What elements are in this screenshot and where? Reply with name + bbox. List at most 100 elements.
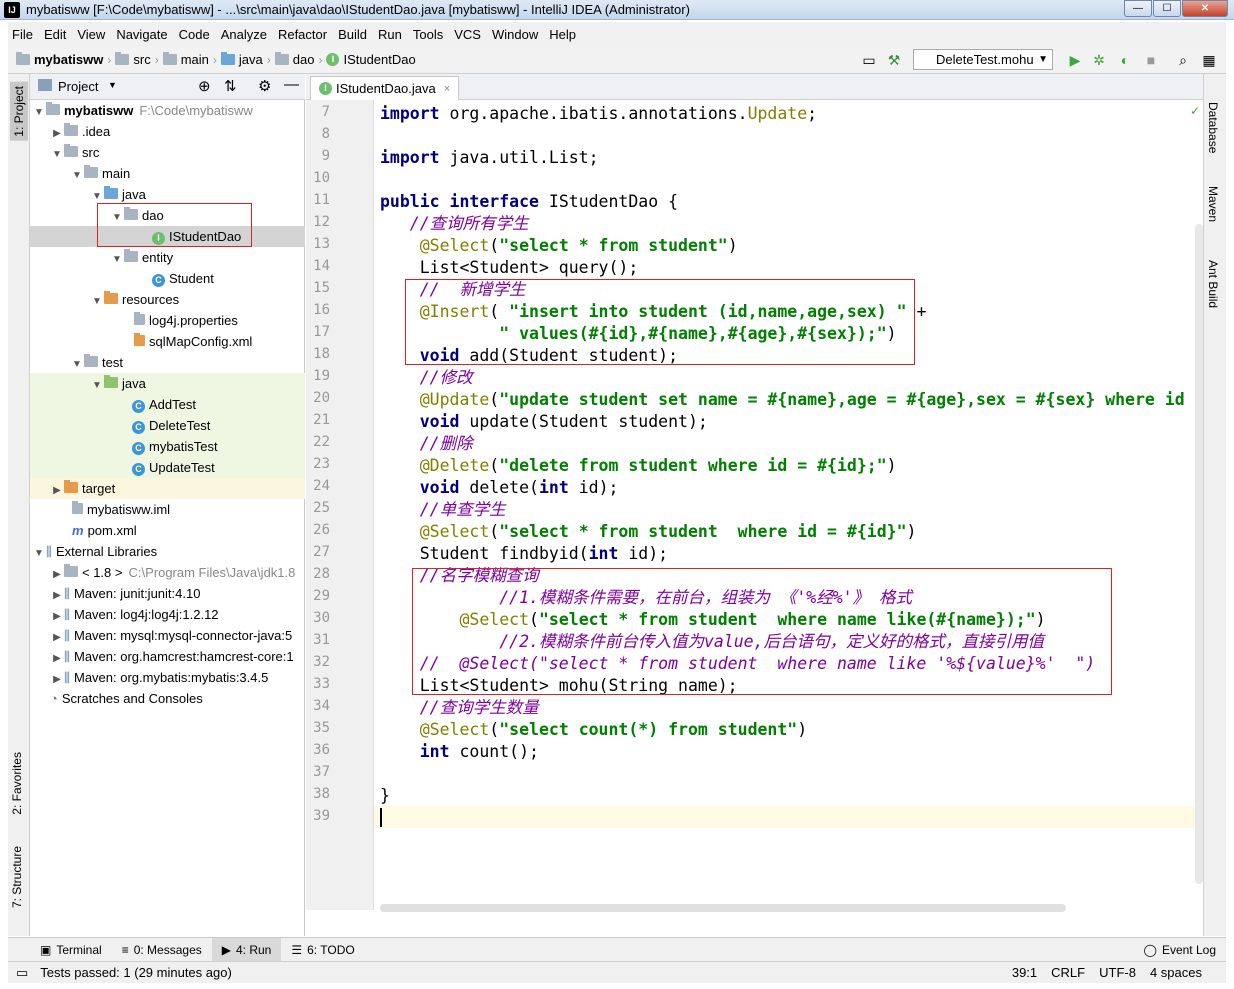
coverage-icon[interactable]: ◐ [1116,51,1134,69]
code-line[interactable]: @Select("select count(*) from student") [380,719,807,741]
menu-refactor[interactable]: Refactor [278,27,327,42]
code-line[interactable]: //单查学生 [380,499,506,521]
code-line[interactable]: @Delete("delete from student where id = … [380,455,897,477]
hide-panel-icon[interactable]: — [284,76,299,93]
tree-row[interactable]: ◔ Scratches and Consoles [30,688,305,709]
tree-row[interactable]: ▶ ⫼ Maven: junit:junit:4.10 [30,583,305,604]
close-tab-icon[interactable]: × [444,78,450,100]
code-line[interactable]: @Select("select * from student") [380,235,738,257]
tree-row[interactable]: C UpdateTest [30,457,305,478]
menu-tools[interactable]: Tools [413,27,443,42]
code-line[interactable]: @Select("select * from student where id … [380,521,917,543]
menu-code[interactable]: Code [179,27,210,42]
breadcrumb-project[interactable]: mybatisww [16,52,103,67]
event-log-tab[interactable]: ◯ Event Log [1134,938,1226,962]
tree-row[interactable]: sqlMapConfig.xml [30,331,305,352]
tree-row[interactable]: CmybatisTest [30,436,305,457]
menu-run[interactable]: Run [378,27,402,42]
gear-icon[interactable]: ⚙ [258,77,271,95]
layout-icon[interactable]: ▭ [860,51,878,69]
status-panel-icon[interactable]: ▭ [16,965,28,981]
build-hammer-icon[interactable]: ⚒ [885,51,903,69]
line-separator[interactable]: CRLF [1051,965,1085,980]
tree-row[interactable]: ▼ mybatisww F:\Code\mybatisww [30,100,305,121]
file-encoding[interactable]: UTF-8 [1099,965,1136,980]
breadcrumb-main[interactable]: main [162,52,209,67]
run-tab[interactable]: ▶ 4: Run [211,937,282,962]
breadcrumb-istudentdao[interactable]: I IStudentDao [326,52,416,67]
debug-icon[interactable]: ✲ [1090,51,1108,69]
locate-icon[interactable]: ⊕ [198,77,211,95]
project-tool-tab[interactable]: 1: Project [10,82,28,141]
run-icon[interactable]: ▶ [1066,51,1084,69]
menu-build[interactable]: Build [338,27,367,42]
code-line[interactable]: //查询所有学生 [380,213,529,235]
maven-tool-tab[interactable]: Maven [1206,186,1220,222]
tree-row[interactable]: C Student [30,268,305,289]
tree-row[interactable]: C DeleteTest [30,415,305,436]
tree-row[interactable]: m pom.xml [30,520,305,541]
breadcrumb-src[interactable]: src [115,52,151,67]
find-action-icon[interactable]: ▦ [1200,51,1218,69]
tree-row[interactable]: ▼ ⫼ External Libraries [30,541,305,562]
code-line[interactable]: void update(Student student); [380,411,708,433]
code-line[interactable]: void delete(int id); [380,477,619,499]
stop-icon[interactable]: ■ [1142,51,1160,69]
tree-row[interactable]: ▼ main [30,163,305,184]
tree-row[interactable]: C AddTest [30,394,305,415]
tree-row[interactable]: ▼ resources [30,289,305,310]
code-line[interactable]: import java.util.List; [380,147,599,169]
tree-row[interactable]: ▶ ⫼ Maven: org.mybatis:mybatis:3.4.5 [30,667,305,688]
breadcrumb-dao[interactable]: dao [274,52,314,67]
minimize-button[interactable]: — [1124,0,1152,17]
terminal-tab[interactable]: ▣ Terminal [30,938,112,962]
maximize-button[interactable]: ☐ [1153,0,1181,17]
tree-row[interactable]: ▶ ⫼ Maven: log4j:log4j:1.2.12 [30,604,305,625]
favorites-tool-tab[interactable]: 2: Favorites [10,752,24,815]
vertical-scrollbar[interactable] [1195,224,1203,884]
tree-row[interactable]: ▶ < 1.8 > C:\Program Files\Java\jdk1.8 [30,562,305,583]
code-line[interactable]: //删除 [380,433,473,455]
code-line[interactable]: public interface IStudentDao { [380,191,678,213]
menu-analyze[interactable]: Analyze [221,27,267,42]
messages-tab[interactable]: ≡ 0: Messages [112,938,212,962]
breadcrumb-java[interactable]: java [220,52,263,67]
tree-row[interactable]: ▼ test [30,352,305,373]
inspection-ok-icon[interactable]: ✓ [1190,104,1200,118]
editor-tab-istudentdao[interactable]: I IStudentDao.java × [310,76,460,100]
code-line[interactable]: List<Student> query(); [380,257,639,279]
code-line[interactable]: @Update("update student set name = #{nam… [380,389,1205,411]
menu-file[interactable]: File [12,27,33,42]
chevron-down-icon[interactable]: ▼ [108,80,117,90]
menu-vcs[interactable]: VCS [454,27,481,42]
indent-setting[interactable]: 4 spaces [1150,965,1202,980]
menu-navigate[interactable]: Navigate [116,27,167,42]
code-line[interactable]: //修改 [380,367,473,389]
tree-row[interactable]: ▼ src [30,142,305,163]
code-line[interactable]: Student findbyid(int id); [380,543,668,565]
ant-build-tool-tab[interactable]: Ant Build [1206,260,1220,308]
menu-edit[interactable]: Edit [44,27,66,42]
run-config-select[interactable]: DeleteTest.mohu ▼ [913,49,1053,70]
code-line[interactable]: } [380,785,390,807]
tree-row[interactable]: ▼ java [30,373,305,394]
tree-row[interactable]: log4j.properties [30,310,305,331]
database-tool-tab[interactable]: Database [1206,102,1220,153]
menu-help[interactable]: Help [549,27,576,42]
horizontal-scrollbar[interactable] [380,904,1066,912]
menu-view[interactable]: View [77,27,105,42]
code-line[interactable]: import org.apache.ibatis.annotations.Upd… [380,103,817,125]
structure-tool-tab[interactable]: 7: Structure [10,846,24,908]
code-line[interactable]: //查询学生数量 [380,697,539,719]
tree-row[interactable]: ▼ entity [30,247,305,268]
tree-row[interactable]: ▶ .idea [30,121,305,142]
close-window-button[interactable]: ✕ [1182,0,1228,17]
todo-tab[interactable]: ☰ 6: TODO [281,938,364,962]
tree-row[interactable]: ▶ target [30,478,305,499]
tree-row[interactable]: mybatisww.iml [30,499,305,520]
project-view-select[interactable]: Project [58,79,98,94]
caret-position[interactable]: 39:1 [1012,965,1037,980]
tree-row[interactable]: ▼ java [30,184,305,205]
menu-window[interactable]: Window [492,27,538,42]
code-line[interactable]: int count(); [380,741,539,763]
